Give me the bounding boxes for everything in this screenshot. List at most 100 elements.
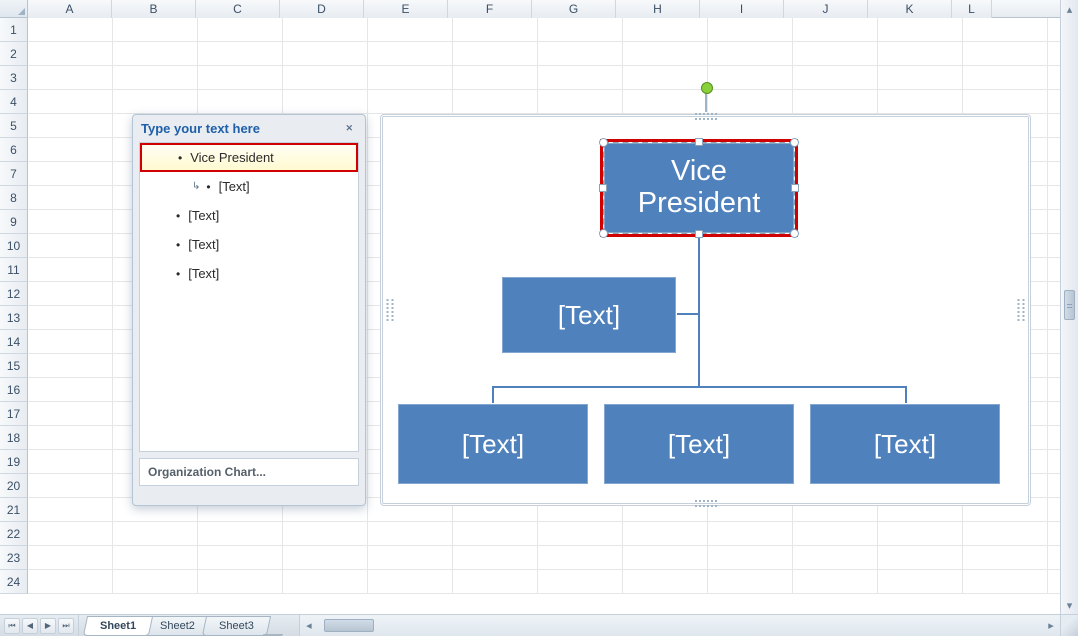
text-pane-title: Type your text here bbox=[141, 121, 260, 136]
column-header[interactable]: J bbox=[784, 0, 868, 18]
org-node-child-2-label: [Text] bbox=[668, 430, 730, 459]
tab-nav-prev-icon[interactable]: ◀ bbox=[22, 618, 38, 634]
outline-item[interactable]: •[Text] bbox=[140, 230, 358, 259]
scroll-left-icon[interactable]: ◂ bbox=[300, 615, 318, 636]
org-node-assistant[interactable]: [Text] bbox=[501, 276, 677, 354]
connector-line bbox=[677, 313, 699, 315]
text-pane-footer[interactable]: Organization Chart... bbox=[139, 458, 359, 486]
row-header[interactable]: 16 bbox=[0, 378, 28, 402]
sheet-tab-nav: ⏮ ◀ ▶ ⏭ bbox=[0, 615, 79, 636]
resize-handle[interactable] bbox=[790, 138, 799, 147]
vertical-scrollbar[interactable]: ▴ ▾ bbox=[1060, 0, 1078, 614]
column-header[interactable]: K bbox=[868, 0, 952, 18]
select-all-corner[interactable] bbox=[0, 0, 28, 18]
bullet-icon: • bbox=[206, 180, 210, 194]
row-header[interactable]: 13 bbox=[0, 306, 28, 330]
tab-nav-next-icon[interactable]: ▶ bbox=[40, 618, 56, 634]
outline-item[interactable]: •Vice President bbox=[140, 143, 358, 172]
row-header[interactable]: 9 bbox=[0, 210, 28, 234]
column-header[interactable]: L bbox=[952, 0, 992, 18]
horizontal-scrollbar[interactable]: ◂ ▸ bbox=[299, 615, 1060, 636]
column-header[interactable]: F bbox=[448, 0, 532, 18]
column-header[interactable]: I bbox=[700, 0, 784, 18]
resize-grip[interactable] bbox=[1060, 614, 1078, 636]
rotate-handle[interactable] bbox=[705, 92, 707, 112]
sheet-tab[interactable]: Sheet3 bbox=[202, 616, 271, 636]
row-header[interactable]: 19 bbox=[0, 450, 28, 474]
outline-item[interactable]: •[Text] bbox=[140, 259, 358, 288]
row-header[interactable]: 8 bbox=[0, 186, 28, 210]
column-header-row: ABCDEFGHIJKL bbox=[0, 0, 1078, 18]
resize-handle[interactable] bbox=[599, 229, 608, 238]
row-header[interactable]: 12 bbox=[0, 282, 28, 306]
resize-handle[interactable] bbox=[599, 184, 607, 192]
resize-handle[interactable] bbox=[791, 184, 799, 192]
org-node-top[interactable]: Vice President bbox=[603, 142, 795, 234]
outline-item-label: [Text] bbox=[219, 179, 250, 194]
bullet-icon: • bbox=[176, 238, 180, 252]
resize-handle[interactable] bbox=[695, 230, 703, 238]
org-node-child-3-label: [Text] bbox=[874, 430, 936, 459]
row-header[interactable]: 3 bbox=[0, 66, 28, 90]
scroll-down-icon[interactable]: ▾ bbox=[1061, 596, 1078, 614]
org-chart-canvas: Vice President [Text] [Text] [Text] [Tex… bbox=[383, 117, 1028, 503]
row-header[interactable]: 15 bbox=[0, 354, 28, 378]
org-node-child-1-label: [Text] bbox=[462, 430, 524, 459]
sheet-tab-label: Sheet1 bbox=[100, 620, 136, 632]
smartart-text-pane[interactable]: Type your text here ✕ •Vice President↳•[… bbox=[132, 114, 366, 506]
org-node-assistant-label: [Text] bbox=[558, 301, 620, 330]
outline-item[interactable]: • [Text] bbox=[140, 201, 358, 230]
row-header[interactable]: 7 bbox=[0, 162, 28, 186]
sheet-tab-label: Sheet2 bbox=[160, 620, 195, 632]
column-header[interactable]: E bbox=[364, 0, 448, 18]
sheet-tab[interactable]: Sheet1 bbox=[83, 616, 153, 636]
smartart-frame[interactable]: Vice President [Text] [Text] [Text] [Tex… bbox=[380, 114, 1031, 506]
column-header[interactable]: H bbox=[616, 0, 700, 18]
connector-line bbox=[905, 386, 907, 404]
tab-nav-last-icon[interactable]: ⏭ bbox=[58, 618, 74, 634]
outline-item-label: [Text] bbox=[188, 208, 219, 223]
scroll-up-icon[interactable]: ▴ bbox=[1061, 0, 1078, 18]
row-header[interactable]: 21 bbox=[0, 498, 28, 522]
sheet-tab-strip: ⏮ ◀ ▶ ⏭ Sheet1 Sheet2 Sheet3 ◂ ▸ bbox=[0, 614, 1060, 636]
row-header[interactable]: 11 bbox=[0, 258, 28, 282]
row-header[interactable]: 22 bbox=[0, 522, 28, 546]
row-header[interactable]: 6 bbox=[0, 138, 28, 162]
org-node-child-3[interactable]: [Text] bbox=[809, 403, 1001, 485]
row-header[interactable]: 4 bbox=[0, 90, 28, 114]
row-header[interactable]: 2 bbox=[0, 42, 28, 66]
column-header[interactable]: B bbox=[112, 0, 196, 18]
outline-item[interactable]: ↳ • [Text] bbox=[140, 172, 358, 201]
connector-line bbox=[492, 386, 907, 388]
row-header[interactable]: 20 bbox=[0, 474, 28, 498]
bullet-icon: • bbox=[176, 209, 180, 223]
scroll-thumb[interactable] bbox=[324, 619, 374, 632]
row-header[interactable]: 18 bbox=[0, 426, 28, 450]
row-header[interactable]: 23 bbox=[0, 546, 28, 570]
resize-handle[interactable] bbox=[695, 138, 703, 146]
sub-arrow-icon: ↳ bbox=[192, 181, 200, 192]
scroll-right-icon[interactable]: ▸ bbox=[1042, 615, 1060, 636]
tab-nav-first-icon[interactable]: ⏮ bbox=[4, 618, 20, 634]
text-pane-body[interactable]: •Vice President↳•[Text]•[Text]•[Text]•[T… bbox=[139, 142, 359, 452]
column-header[interactable]: C bbox=[196, 0, 280, 18]
org-node-child-1[interactable]: [Text] bbox=[397, 403, 589, 485]
row-header[interactable]: 14 bbox=[0, 330, 28, 354]
row-header-col: 123456789101112131415161718192021222324 bbox=[0, 18, 28, 594]
text-pane-header: Type your text here ✕ bbox=[133, 115, 365, 142]
row-header[interactable]: 10 bbox=[0, 234, 28, 258]
sheet-tabs: Sheet1 Sheet2 Sheet3 bbox=[79, 615, 283, 636]
column-header[interactable]: G bbox=[532, 0, 616, 18]
scroll-thumb[interactable] bbox=[1064, 290, 1075, 320]
bullet-icon: • bbox=[178, 151, 182, 165]
column-header[interactable]: A bbox=[28, 0, 112, 18]
org-node-child-2[interactable]: [Text] bbox=[603, 403, 795, 485]
resize-handle[interactable] bbox=[790, 229, 799, 238]
row-header[interactable]: 5 bbox=[0, 114, 28, 138]
row-header[interactable]: 1 bbox=[0, 18, 28, 42]
row-header[interactable]: 24 bbox=[0, 570, 28, 594]
column-header[interactable]: D bbox=[280, 0, 364, 18]
row-header[interactable]: 17 bbox=[0, 402, 28, 426]
close-icon[interactable]: ✕ bbox=[341, 121, 357, 136]
resize-handle[interactable] bbox=[599, 138, 608, 147]
